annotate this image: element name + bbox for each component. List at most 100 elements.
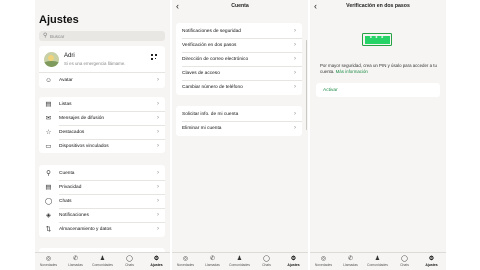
settings-item-label: Notificaciones	[59, 212, 89, 218]
tab-label: Novedades	[39, 263, 58, 267]
scrollbar[interactable]	[305, 40, 307, 130]
storage-icon: ⇅	[45, 225, 52, 233]
settings-icon: ⚙	[428, 256, 435, 262]
tab-label: Ajustes	[287, 263, 300, 267]
settings-icon: ⚙	[290, 256, 297, 262]
tab-settings[interactable]: ⚙ Ajustes	[280, 255, 307, 267]
list-icon: ▤	[45, 100, 52, 108]
chevron-right-icon: ›	[157, 114, 159, 121]
tab-calls[interactable]: ✆ Llamadas	[199, 255, 226, 267]
chats-icon: ◯	[401, 256, 408, 262]
settings-item-starred[interactable]: ☆ Destacados ›	[39, 125, 165, 139]
tab-label: Comunidades	[92, 263, 113, 267]
account-item-request-info[interactable]: Solicitar info. de mi cuenta ›	[176, 107, 302, 121]
settings-item-chats[interactable]: ◯ Chats ›	[39, 194, 165, 208]
avatar-row[interactable]: ☺ Avatar ›	[39, 72, 165, 86]
chevron-right-icon: ›	[157, 142, 159, 149]
settings-item-storage[interactable]: ⇅ Almacenamiento y datos ›	[39, 222, 165, 236]
account-item-label: Claves de acceso	[182, 70, 220, 76]
chevron-right-icon: ›	[294, 27, 296, 34]
settings-item-account[interactable]: ⚲ Cuenta ›	[39, 166, 165, 180]
tab-chats[interactable]: ◯ Chats	[253, 255, 280, 267]
avatar[interactable]	[44, 52, 59, 67]
settings-item-label: Mensajes de difusión	[59, 115, 105, 121]
tab-settings[interactable]: ⚙ Ajustes	[143, 255, 170, 267]
tab-label: Comunidades	[229, 263, 250, 267]
tab-label: Novedades	[176, 263, 195, 267]
phone-icon: ✆	[347, 256, 354, 262]
tab-bar: ◎ Novedades ✆ Llamadas ♟ Comunidades ◯ Chats…	[35, 252, 170, 270]
settings-item-linked-devices[interactable]: ▭ Dispositivos vinculados ›	[39, 139, 165, 153]
communities-icon: ♟	[236, 256, 243, 262]
account-item-passkeys[interactable]: Claves de acceso ›	[176, 66, 302, 80]
tab-chats[interactable]: ◯ Chats	[391, 255, 418, 267]
tab-label: Llamadas	[205, 263, 220, 267]
pin-illustration: * * *	[362, 33, 392, 46]
profile-card[interactable]: Adri Si es una emergencia llámame. ☺ Ava…	[39, 46, 165, 88]
settings-item-label: Cuenta	[59, 170, 75, 176]
chats-icon: ◯	[126, 256, 133, 262]
account-item-security-notifications[interactable]: Notificaciones de seguridad ›	[176, 24, 302, 38]
tab-bar: ◎ Novedades ✆ Llamadas ♟ Comunidades ◯ Chats…	[310, 252, 446, 270]
chevron-right-icon: ›	[157, 197, 159, 204]
settings-item-label: Listas	[59, 101, 72, 107]
settings-panel: Ajustes ⚲ Buscar Adri Si es una emergenc…	[35, 0, 170, 270]
tab-communities[interactable]: ♟ Comunidades	[89, 255, 116, 267]
chevron-right-icon: ›	[294, 55, 296, 62]
tab-label: Chats	[400, 263, 409, 267]
tab-communities[interactable]: ♟ Comunidades	[364, 255, 391, 267]
settings-group-1: ▤ Listas › ✉ Mensajes de difusión › ☆ De…	[39, 97, 165, 153]
tab-updates[interactable]: ◎ Novedades	[35, 255, 62, 267]
account-panel: ‹ Cuenta Notificaciones de seguridad › V…	[172, 0, 308, 270]
tab-chats[interactable]: ◯ Chats	[116, 255, 143, 267]
tab-communities[interactable]: ♟ Comunidades	[226, 255, 253, 267]
activate-label: Activar	[323, 87, 338, 93]
chat-icon: ◯	[45, 197, 53, 205]
megaphone-icon: ✉	[45, 114, 52, 122]
tab-updates[interactable]: ◎ Novedades	[310, 255, 337, 267]
tab-calls[interactable]: ✆ Llamadas	[62, 255, 89, 267]
tab-label: Ajustes	[150, 263, 163, 267]
account-item-two-step[interactable]: Verificación en dos pasos ›	[176, 38, 302, 52]
phone-icon: ✆	[209, 256, 216, 262]
chevron-right-icon: ›	[157, 183, 159, 190]
settings-item-privacy[interactable]: ▤ Privacidad ›	[39, 180, 165, 194]
account-item-delete[interactable]: Eliminar mi cuenta ›	[176, 121, 302, 135]
lock-icon: ▤	[45, 183, 52, 191]
account-item-label: Eliminar mi cuenta	[182, 125, 222, 131]
chevron-right-icon: ›	[294, 41, 296, 48]
activate-button[interactable]: Activar	[316, 83, 440, 97]
tab-label: Comunidades	[367, 263, 388, 267]
pin-glyph: * * *	[364, 35, 390, 44]
updates-icon: ◎	[182, 256, 189, 262]
two-step-panel: ‹ Verificación en dos pasos * * * Por ma…	[310, 0, 446, 270]
chevron-right-icon: ›	[157, 128, 159, 135]
chevron-right-icon: ›	[294, 110, 296, 117]
search-input[interactable]: ⚲ Buscar	[39, 31, 165, 41]
chevron-right-icon: ›	[294, 124, 296, 131]
account-item-label: Dirección de correo electrónico	[182, 56, 249, 62]
account-item-change-number[interactable]: Cambiar número de teléfono ›	[176, 80, 302, 94]
nav-bar: ‹ Cuenta	[172, 0, 308, 13]
laptop-icon: ▭	[45, 142, 52, 150]
settings-item-label: Chats	[59, 198, 72, 204]
tab-settings[interactable]: ⚙ Ajustes	[418, 255, 445, 267]
chats-icon: ◯	[263, 256, 270, 262]
settings-item-lists[interactable]: ▤ Listas ›	[39, 97, 165, 111]
tab-updates[interactable]: ◎ Novedades	[172, 255, 199, 267]
settings-item-broadcast[interactable]: ✉ Mensajes de difusión ›	[39, 111, 165, 125]
tab-bar: ◎ Novedades ✆ Llamadas ♟ Comunidades ◯ Chats…	[172, 252, 308, 270]
page-title: Verificación en dos pasos	[346, 3, 410, 9]
account-group-1: Notificaciones de seguridad › Verificaci…	[176, 23, 302, 95]
more-info-link[interactable]: Más información	[336, 69, 368, 74]
chevron-right-icon: ›	[157, 211, 159, 218]
qr-code-icon[interactable]	[151, 54, 157, 60]
communities-icon: ♟	[99, 256, 106, 262]
chevron-right-icon: ›	[157, 100, 159, 107]
account-item-label: Verificación en dos pasos	[182, 42, 237, 48]
tab-calls[interactable]: ✆ Llamadas	[337, 255, 364, 267]
chevron-right-icon: ›	[294, 69, 296, 76]
account-item-email[interactable]: Dirección de correo electrónico ›	[176, 52, 302, 66]
settings-item-notifications[interactable]: ◈ Notificaciones ›	[39, 208, 165, 222]
key-icon: ⚲	[46, 169, 51, 177]
